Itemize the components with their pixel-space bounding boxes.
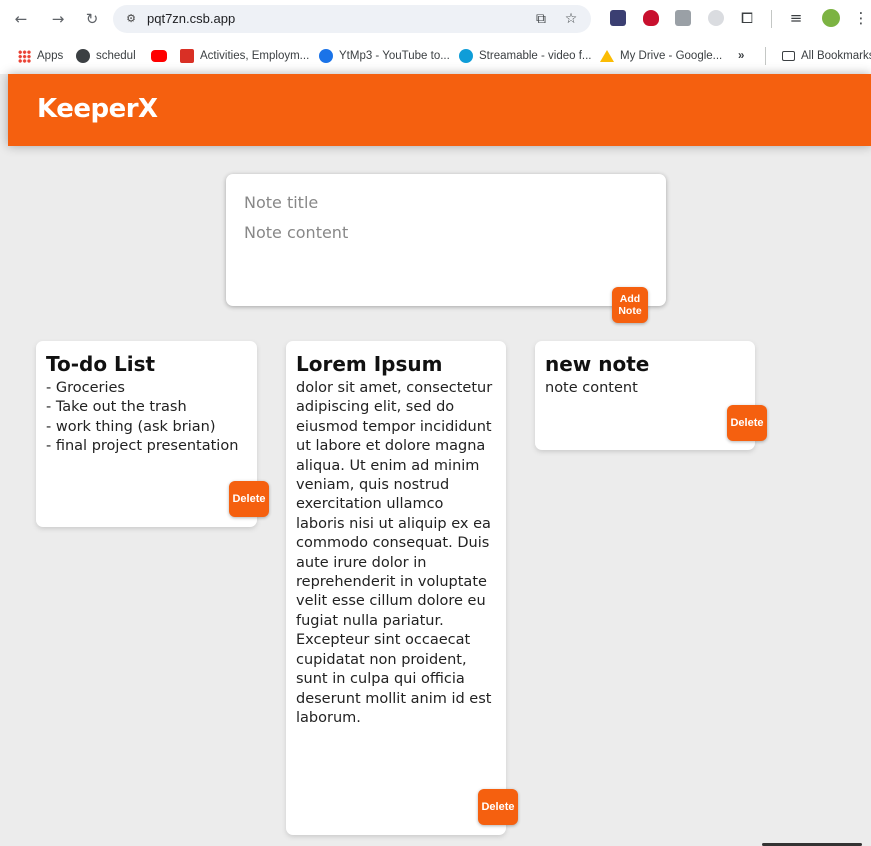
toolbar-separator bbox=[771, 10, 772, 28]
back-arrow-icon[interactable]: ← bbox=[11, 9, 31, 29]
reading-list-icon[interactable]: ≡ bbox=[786, 8, 806, 28]
bookmark-star-icon[interactable]: ☆ bbox=[561, 9, 581, 29]
extension-3-icon[interactable] bbox=[675, 10, 691, 26]
note-content: note content bbox=[545, 380, 638, 396]
folder-icon bbox=[782, 51, 795, 61]
app-title: KeeperX bbox=[37, 94, 158, 124]
browser-toolbar: ← → ↻ ⚙ pqt7zn.csb.app ⧉ ☆ ⧠ ≡ ⋮ bbox=[0, 0, 871, 38]
address-bar[interactable]: ⚙ pqt7zn.csb.app ⧉ ☆ bbox=[113, 5, 591, 33]
app-header: KeeperX bbox=[8, 74, 871, 146]
bookmark-activities[interactable]: Activities, Employm... bbox=[180, 47, 309, 65]
bookmark-my-drive[interactable]: My Drive - Google... bbox=[600, 47, 722, 65]
note-card: Lorem Ipsum dolor sit amet, consectetur … bbox=[286, 341, 506, 835]
note-content: dolor sit amet, consectetur adipiscing e… bbox=[296, 380, 497, 726]
site-settings-icon[interactable]: ⚙ bbox=[123, 11, 139, 27]
note-content-input[interactable] bbox=[244, 223, 644, 273]
ytmp3-icon bbox=[319, 49, 333, 63]
apps-grid-icon bbox=[18, 49, 31, 63]
add-note-button[interactable]: Add Note bbox=[612, 287, 648, 323]
bookmark-all-bookmarks[interactable]: All Bookmarks bbox=[782, 47, 871, 65]
youtube-icon bbox=[151, 50, 167, 62]
bookmark-ytmp3[interactable]: YtMp3 - YouTube to... bbox=[319, 47, 450, 65]
note-card: To-do List - Groceries - Take out the tr… bbox=[36, 341, 257, 527]
extensions-puzzle-icon[interactable]: ⧠ bbox=[737, 8, 757, 28]
delete-note-button[interactable]: Delete bbox=[229, 481, 269, 517]
url-text[interactable]: pqt7zn.csb.app bbox=[147, 11, 235, 26]
bookmark-streamable[interactable]: Streamable - video f... bbox=[459, 47, 592, 65]
extension-1-icon[interactable] bbox=[610, 10, 626, 26]
forward-arrow-icon[interactable]: → bbox=[48, 9, 68, 29]
bookmark-apps[interactable]: Apps bbox=[18, 47, 63, 65]
bookmarks-separator bbox=[765, 47, 766, 65]
note-content: - Groceries - Take out the trash - work … bbox=[46, 380, 239, 455]
google-drive-icon bbox=[600, 50, 614, 62]
note-card: new note note content bbox=[535, 341, 755, 450]
reload-icon[interactable]: ↻ bbox=[82, 9, 102, 29]
activities-icon bbox=[180, 49, 194, 63]
delete-note-button[interactable]: Delete bbox=[727, 405, 767, 441]
bookmark-youtube[interactable] bbox=[151, 47, 173, 65]
streamable-icon bbox=[459, 49, 473, 63]
more-menu-icon[interactable]: ⋮ bbox=[851, 8, 871, 28]
bookmark-schedul[interactable]: schedul bbox=[76, 47, 136, 65]
profile-avatar-icon[interactable] bbox=[822, 9, 840, 27]
ublock-origin-icon[interactable] bbox=[643, 10, 659, 26]
more-bookmarks-chevron-icon[interactable]: » bbox=[738, 47, 744, 65]
note-title: new note bbox=[545, 352, 650, 376]
install-app-icon[interactable]: ⧉ bbox=[531, 9, 551, 29]
bookmarks-bar: Apps schedul Activities, Employm... YtMp… bbox=[0, 38, 871, 74]
note-title: To-do List bbox=[46, 352, 156, 376]
create-note-form bbox=[226, 174, 666, 306]
globe-icon bbox=[76, 49, 90, 63]
note-title: Lorem Ipsum bbox=[296, 352, 443, 376]
delete-note-button[interactable]: Delete bbox=[478, 789, 518, 825]
note-title-input[interactable] bbox=[244, 193, 644, 212]
extension-4-icon[interactable] bbox=[708, 10, 724, 26]
